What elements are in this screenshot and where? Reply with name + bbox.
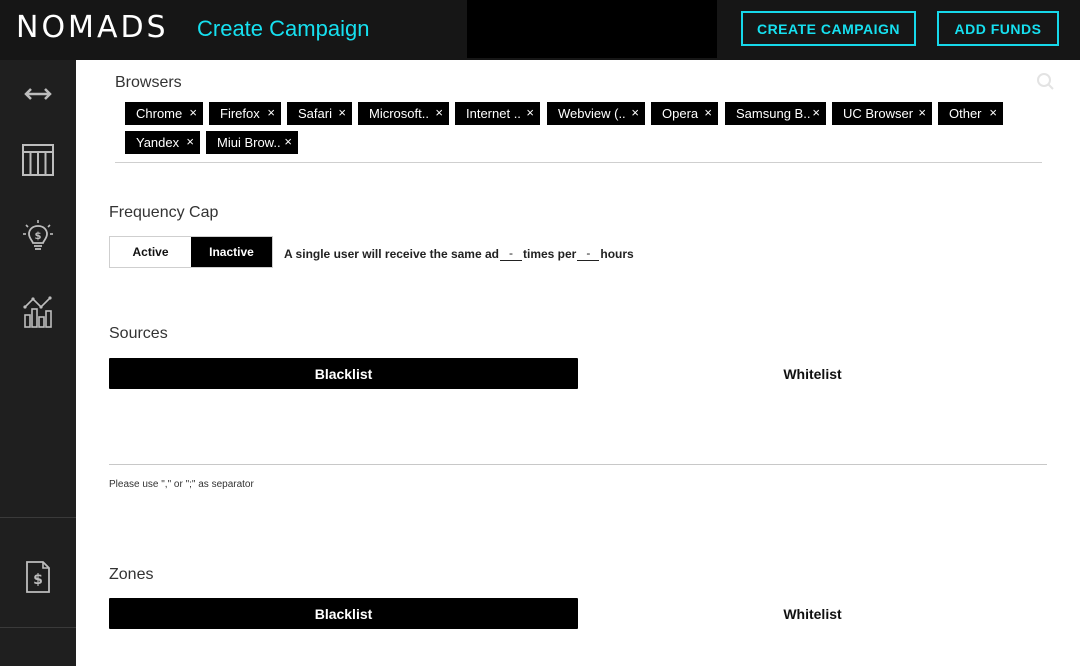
sidebar-item-campaigns[interactable] xyxy=(0,140,76,180)
table-icon xyxy=(22,144,54,176)
sidebar-item-collapse[interactable] xyxy=(0,80,76,108)
frequency-toggle: Active Inactive xyxy=(109,236,273,268)
chip-label: Firefox xyxy=(220,106,260,121)
chip-label: Safari xyxy=(298,106,332,121)
sidebar-divider xyxy=(0,627,76,628)
zones-title: Zones xyxy=(109,566,154,583)
header-spacer xyxy=(467,0,717,58)
frequency-active-option[interactable]: Active xyxy=(110,237,191,267)
chip-label: Internet .. xyxy=(466,106,521,121)
chip-label: Samsung B.. xyxy=(736,106,811,121)
sidebar-divider xyxy=(0,517,76,518)
remove-chip-icon[interactable]: × xyxy=(284,134,292,150)
browser-chip[interactable]: Yandex × xyxy=(125,131,200,154)
remove-chip-icon[interactable]: × xyxy=(989,105,997,121)
sources-blacklist-tab[interactable]: Blacklist xyxy=(109,358,578,389)
remove-chip-icon[interactable]: × xyxy=(526,105,534,121)
search-icon[interactable] xyxy=(1036,72,1054,90)
frequency-description: A single user will receive the same ad -… xyxy=(284,246,634,261)
svg-text:$: $ xyxy=(35,231,42,242)
remove-chip-icon[interactable]: × xyxy=(267,105,275,121)
chip-label: Webview (.. xyxy=(558,106,626,121)
remove-chip-icon[interactable]: × xyxy=(812,105,820,121)
invoice-dollar-icon: $ xyxy=(26,561,50,593)
sources-list-tabs: Blacklist Whitelist xyxy=(109,358,1047,389)
browser-chip[interactable]: Webview (.. × xyxy=(547,102,645,125)
frequency-inactive-option[interactable]: Inactive xyxy=(191,237,272,267)
chip-label: Microsoft.. xyxy=(369,106,429,121)
chip-label: Chrome xyxy=(136,106,183,121)
svg-text:$: $ xyxy=(33,572,43,588)
browser-chip[interactable]: UC Browser × xyxy=(832,102,932,125)
separator-hint: Please use "," or ";" as separator xyxy=(109,479,254,490)
remove-chip-icon[interactable]: × xyxy=(338,105,346,121)
sources-input-line[interactable] xyxy=(109,464,1047,465)
browser-chip[interactable]: Chrome × xyxy=(125,102,203,125)
top-bar: NOMADS Create Campaign CREATE CAMPAIGN A… xyxy=(0,0,1080,60)
logo: NOMADS xyxy=(16,10,169,45)
chip-label: Other xyxy=(949,106,982,121)
remove-chip-icon[interactable]: × xyxy=(631,105,639,121)
add-funds-button[interactable]: ADD FUNDS xyxy=(937,11,1059,46)
browsers-title: Browsers xyxy=(115,74,182,91)
analytics-chart-icon xyxy=(23,296,52,328)
browser-chip[interactable]: Firefox × xyxy=(209,102,281,125)
frequency-cap-title: Frequency Cap xyxy=(109,204,219,221)
zones-blacklist-tab[interactable]: Blacklist xyxy=(109,598,578,629)
browser-chip[interactable]: Safari × xyxy=(287,102,352,125)
chip-label: Yandex xyxy=(136,135,180,150)
browser-chip[interactable]: Other × xyxy=(938,102,1003,125)
hours-input[interactable]: - xyxy=(577,246,600,261)
remove-chip-icon[interactable]: × xyxy=(435,105,443,121)
zones-whitelist-tab[interactable]: Whitelist xyxy=(578,598,1047,629)
browser-chip[interactable]: Samsung B.. × xyxy=(725,102,826,125)
sidebar-item-ideas[interactable]: $ xyxy=(0,217,76,257)
sidebar-item-billing[interactable]: $ xyxy=(0,557,76,597)
browser-chip[interactable]: Microsoft.. × xyxy=(358,102,449,125)
sources-title: Sources xyxy=(109,325,168,342)
sources-whitelist-tab[interactable]: Whitelist xyxy=(578,358,1047,389)
sidebar: $ $ xyxy=(0,60,76,666)
page-title: Create Campaign xyxy=(197,16,370,41)
browser-chip[interactable]: Opera × xyxy=(651,102,718,125)
frequency-text-part1: A single user will receive the same ad xyxy=(284,247,499,261)
remove-chip-icon[interactable]: × xyxy=(704,105,712,121)
frequency-text-part2: times per xyxy=(523,247,577,261)
impressions-input[interactable]: - xyxy=(500,246,522,261)
remove-chip-icon[interactable]: × xyxy=(189,105,197,121)
remove-chip-icon[interactable]: × xyxy=(186,134,194,150)
create-campaign-button[interactable]: CREATE CAMPAIGN xyxy=(741,11,916,46)
frequency-text-part3: hours xyxy=(600,247,634,261)
expand-arrows-icon xyxy=(24,88,52,100)
chip-label: Miui Brow.. xyxy=(217,135,281,150)
zones-list-tabs: Blacklist Whitelist xyxy=(109,598,1047,629)
remove-chip-icon[interactable]: × xyxy=(918,105,926,121)
browser-chip[interactable]: Internet .. × xyxy=(455,102,540,125)
browser-chip[interactable]: Miui Brow.. × xyxy=(206,131,298,154)
browsers-divider xyxy=(115,162,1042,163)
chip-label: UC Browser xyxy=(843,106,914,121)
chip-label: Opera xyxy=(662,106,699,121)
main-content: Browsers Chrome × Firefox × Safari × Mic… xyxy=(76,60,1080,666)
lightbulb-dollar-icon: $ xyxy=(23,220,53,250)
sidebar-item-analytics[interactable] xyxy=(0,292,76,332)
